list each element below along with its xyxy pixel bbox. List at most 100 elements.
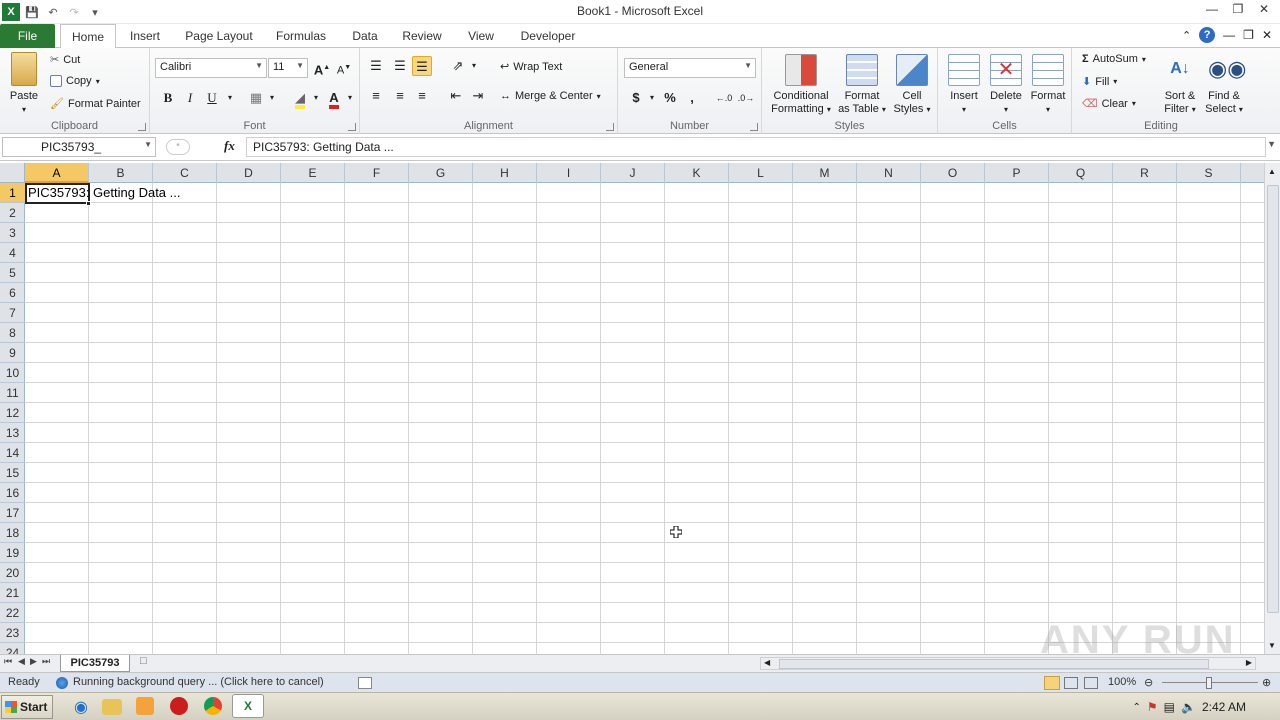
font-launcher-icon[interactable] [348,123,356,131]
row-header[interactable]: 19 [0,543,25,563]
column-header[interactable]: K [665,163,729,183]
bold-button[interactable]: B [158,88,178,108]
fill-button[interactable]: ⬇ Fill ▾ [1082,75,1117,89]
chevron-down-icon[interactable]: ▼ [144,140,152,149]
decrease-decimal-icon[interactable]: .0→ [736,88,756,108]
scroll-up-icon[interactable]: ▲ [1268,167,1276,176]
row-header[interactable]: 1 [0,183,25,203]
align-middle-icon[interactable]: ☰ [390,56,410,76]
row-header[interactable]: 6 [0,283,25,303]
fill-handle[interactable] [86,201,91,206]
delete-cells-button[interactable]: ✕ Delete ▾ [986,54,1026,116]
tab-insert[interactable]: Insert [124,24,166,48]
clock[interactable]: 2:42 AM [1202,700,1246,714]
column-header[interactable]: R [1113,163,1177,183]
cut-button[interactable]: ✂ Cut [50,53,80,67]
help-icon[interactable]: ? [1199,27,1216,43]
row-header[interactable]: 4 [0,243,25,263]
row-header[interactable]: 2 [0,203,25,223]
align-center-icon[interactable]: ≡ [390,86,410,106]
row-header[interactable]: 21 [0,583,25,603]
close-icon[interactable]: ✕ [1256,2,1272,16]
borders-dropdown-icon[interactable]: ▾ [262,88,282,108]
select-all-corner[interactable] [0,163,25,183]
zoom-level[interactable]: 100% [1108,676,1136,688]
zoom-slider-handle[interactable] [1206,677,1212,689]
orientation-dropdown-icon[interactable]: ▾ [464,56,484,76]
alignment-launcher-icon[interactable] [606,123,614,131]
tab-view[interactable]: View [462,24,500,48]
paste-dropdown-icon[interactable]: ▾ [6,103,42,116]
excel-taskbar-icon[interactable]: X [232,694,264,718]
insert-function-icon[interactable]: fx [224,138,235,154]
media-player-icon[interactable] [136,697,154,715]
align-bottom-icon[interactable]: ☰ [412,56,432,76]
comma-button[interactable]: , [682,88,702,108]
workbook-close-icon[interactable]: ✕ [1262,28,1272,42]
column-header[interactable]: I [537,163,601,183]
cell-area[interactable] [25,183,1264,654]
column-header[interactable]: G [409,163,473,183]
column-header[interactable]: M [793,163,857,183]
tab-developer[interactable]: Developer [514,24,582,48]
name-box[interactable]: PIC35793_ ▼ [2,137,156,157]
row-header[interactable]: 18 [0,523,25,543]
normal-view-icon[interactable] [1044,676,1060,690]
row-header[interactable]: 23 [0,623,25,643]
align-top-icon[interactable]: ☰ [366,56,386,76]
next-sheet-icon[interactable]: ▶ [30,656,37,667]
paste-button[interactable]: Paste ▾ [6,52,42,116]
tab-review[interactable]: Review [398,24,446,48]
fill-color-dropdown-icon[interactable]: ▾ [306,88,326,108]
column-header[interactable]: L [729,163,793,183]
column-header[interactable]: P [985,163,1049,183]
tab-home[interactable]: Home [60,24,116,49]
merge-dropdown-icon[interactable]: ▾ [597,92,601,101]
underline-dropdown-icon[interactable]: ▾ [220,88,240,108]
insert-cells-button[interactable]: Insert ▾ [944,54,984,116]
column-header[interactable]: F [345,163,409,183]
vertical-scroll-thumb[interactable] [1267,185,1279,613]
autosum-button[interactable]: Σ AutoSum ▾ [1082,53,1146,65]
merge-center-button[interactable]: ↔ Merge & Center ▾ [500,90,601,102]
last-sheet-icon[interactable]: ⏭ [42,656,50,667]
row-header[interactable]: 20 [0,563,25,583]
align-right-icon[interactable]: ≡ [412,86,432,106]
align-left-icon[interactable]: ≡ [366,86,386,106]
column-header[interactable]: N [857,163,921,183]
macro-record-icon[interactable] [358,677,372,689]
row-header[interactable]: 3 [0,223,25,243]
row-header[interactable]: 12 [0,403,25,423]
number-format-select[interactable]: General ▼ [624,58,756,78]
network-icon[interactable]: ▤ [1164,700,1175,714]
volume-icon[interactable]: 🔈 [1181,700,1196,714]
conditional-formatting-button[interactable]: Conditional Formatting ▾ [768,54,834,116]
column-header[interactable]: O [921,163,985,183]
tab-data[interactable]: Data [346,24,384,48]
action-center-icon[interactable]: ⚑ [1147,700,1158,714]
sort-filter-button[interactable]: A↓ Sort & Filter ▾ [1160,54,1200,116]
row-header[interactable]: 5 [0,263,25,283]
row-header[interactable]: 9 [0,343,25,363]
shrink-font-icon[interactable]: A▼ [334,58,354,78]
column-header[interactable]: D [217,163,281,183]
italic-button[interactable]: I [180,88,200,108]
row-header[interactable]: 8 [0,323,25,343]
copy-button[interactable]: Copy ▾ [50,75,100,87]
clear-button[interactable]: ⌫ Clear ▾ [1082,97,1136,111]
minimize-icon[interactable]: — [1204,2,1220,16]
workbook-minimize-icon[interactable]: — [1223,28,1235,42]
chrome-icon[interactable] [204,697,222,715]
currency-dropdown-icon[interactable]: ▾ [642,88,662,108]
increase-decimal-icon[interactable]: ←.0 [714,88,734,108]
internet-explorer-icon[interactable]: ◉ [70,697,92,717]
row-header[interactable]: 14 [0,443,25,463]
row-header[interactable]: 10 [0,363,25,383]
grow-font-icon[interactable]: A▲ [312,58,332,78]
copy-dropdown-icon[interactable]: ▾ [96,77,100,86]
tab-formulas[interactable]: Formulas [272,24,330,48]
find-select-button[interactable]: ◉◉ Find & Select ▾ [1202,54,1246,116]
worksheet-grid[interactable]: ABCDEFGHIJKLMNOPQRS 1 2 3 4 5 6 7 8 9 10 11 12 13 14 1… [0,163,1264,654]
font-size-select[interactable]: 11 ▼ [268,58,308,78]
cancel-entry-icon[interactable]: • [166,139,190,155]
